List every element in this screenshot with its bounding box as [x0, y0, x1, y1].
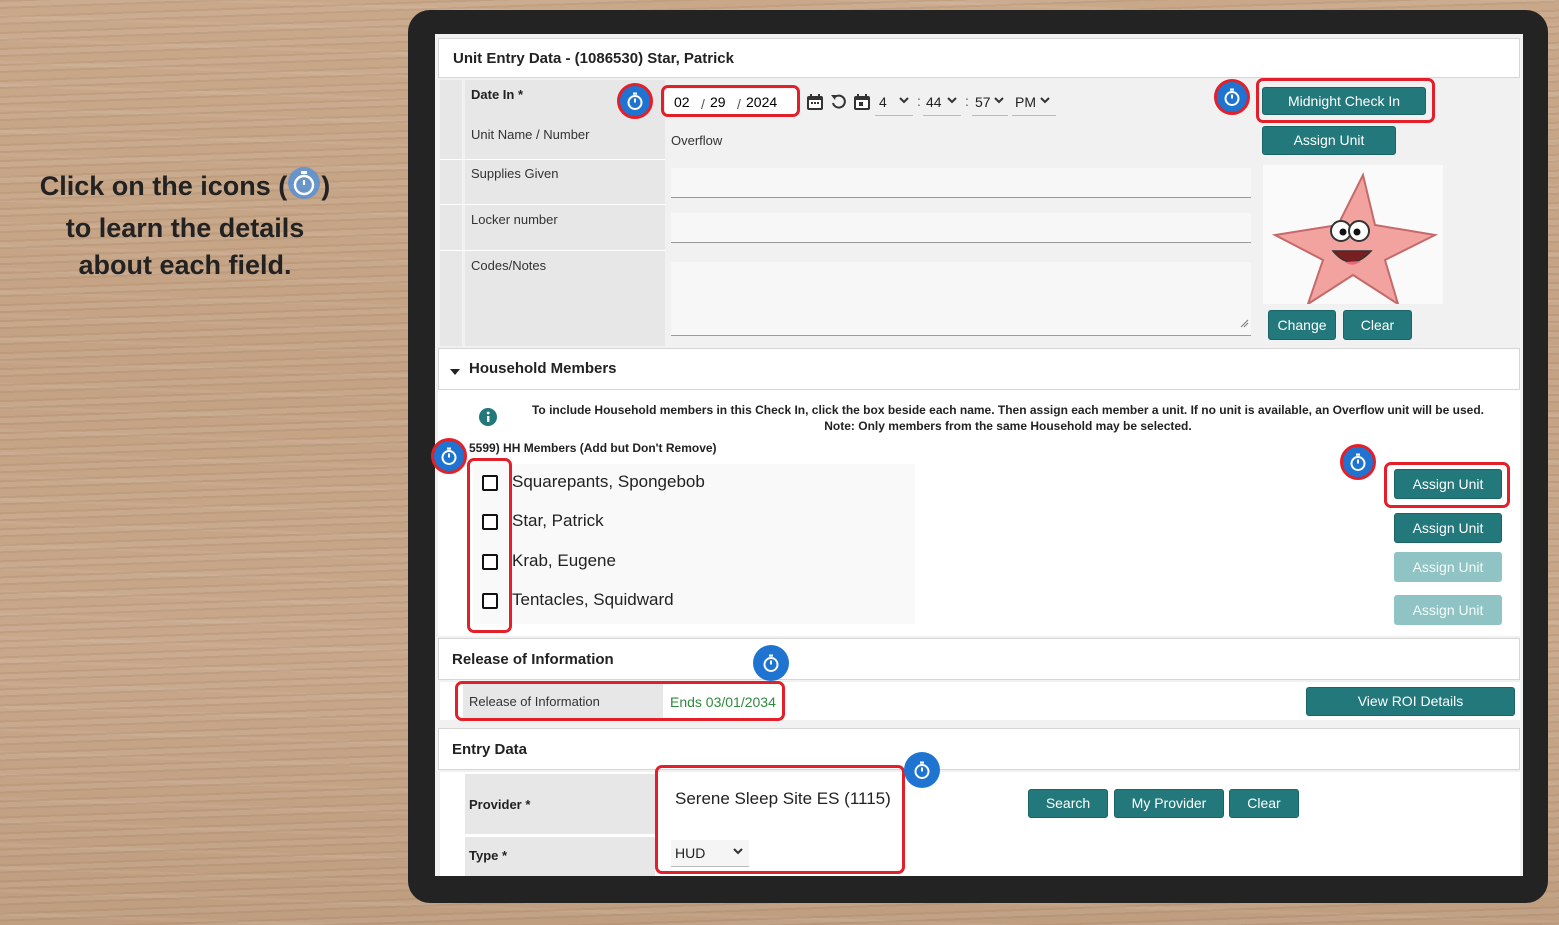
- member-checkbox-highlight: [467, 458, 512, 633]
- member-assign-unit-button-disabled: Assign Unit: [1394, 595, 1502, 625]
- household-group-label: 5599) HH Members (Add but Don't Remove): [469, 441, 717, 455]
- info-icon: [479, 408, 497, 431]
- stopwatch-icon: [287, 166, 321, 210]
- member-assign-unit-button[interactable]: Assign Unit: [1394, 513, 1502, 543]
- member-name: Star, Patrick: [512, 511, 604, 530]
- instruction-line2: to learn the details: [65, 213, 305, 243]
- member-assign-unit-button-disabled: Assign Unit: [1394, 552, 1502, 582]
- household-members-title: Household Members: [469, 360, 617, 377]
- household-members-header[interactable]: Household Members: [438, 348, 1520, 390]
- time-separator: :: [965, 93, 969, 109]
- chevron-down-icon: [947, 93, 957, 110]
- my-provider-button[interactable]: My Provider: [1114, 789, 1224, 818]
- instruction-line3: about each field.: [78, 250, 292, 280]
- row-divider: [440, 204, 665, 205]
- codes-notes-textarea[interactable]: [671, 262, 1251, 336]
- type-label: Type *: [469, 848, 508, 863]
- instruction-text: Click on the icons () to learn the detai…: [20, 166, 350, 284]
- time-minute-value: 44: [926, 94, 942, 110]
- supplies-given-input[interactable]: [671, 168, 1251, 198]
- entry-data-title: Entry Data: [452, 741, 528, 758]
- stopwatch-icon[interactable]: [753, 645, 789, 681]
- locker-number-input[interactable]: [671, 213, 1251, 243]
- unit-entry-gutter: [440, 80, 462, 346]
- member-name: Krab, Eugene: [512, 551, 616, 570]
- chevron-down-icon: [899, 93, 909, 110]
- calendar-icon[interactable]: [853, 93, 871, 116]
- change-photo-button[interactable]: Change: [1268, 310, 1336, 340]
- time-hour-select[interactable]: 4: [875, 91, 913, 116]
- time-ampm-value: PM: [1015, 94, 1036, 110]
- unit-name-label: Unit Name / Number: [471, 127, 590, 142]
- stopwatch-icon[interactable]: [617, 83, 653, 119]
- instruction-line1-before: Click on the icons (: [39, 171, 288, 202]
- stopwatch-icon[interactable]: [431, 438, 467, 474]
- time-ampm-select[interactable]: PM: [1012, 91, 1056, 116]
- view-roi-details-button[interactable]: View ROI Details: [1306, 687, 1515, 716]
- member-name: Squarepants, Spongebob: [512, 472, 705, 491]
- unit-entry-title: Unit Entry Data - (1086530) Star, Patric…: [453, 50, 734, 67]
- time-separator: :: [917, 93, 921, 109]
- midnight-check-in-highlight: [1256, 78, 1435, 123]
- row-divider: [440, 159, 665, 160]
- unit-entry-header: Unit Entry Data - (1086530) Star, Patric…: [438, 38, 1520, 78]
- roi-title: Release of Information: [452, 651, 614, 668]
- codes-notes-label: Codes/Notes: [471, 258, 547, 273]
- caret-down-icon[interactable]: [449, 364, 461, 382]
- instruction-line1-after: ): [321, 171, 331, 202]
- entry-data-header: Entry Data: [438, 728, 1520, 770]
- household-info-text: To include Household members in this Che…: [531, 403, 1484, 433]
- time-second-select[interactable]: 57: [972, 91, 1008, 116]
- unit-name-value: Overflow: [671, 133, 723, 148]
- time-second-value: 57: [975, 94, 991, 110]
- calendar-icon[interactable]: [806, 93, 824, 116]
- time-hour-value: 4: [879, 94, 887, 110]
- clear-photo-button[interactable]: Clear: [1343, 310, 1412, 340]
- chevron-down-icon: [994, 93, 1004, 110]
- time-minute-select[interactable]: 44: [923, 91, 961, 116]
- roi-header: Release of Information: [438, 638, 1520, 680]
- client-photo: [1263, 165, 1443, 307]
- resize-handle-icon[interactable]: [1239, 315, 1249, 333]
- stopwatch-icon[interactable]: [904, 752, 940, 788]
- member-assign-unit-highlight: [1384, 462, 1510, 508]
- chevron-down-icon: [1040, 93, 1050, 110]
- clear-provider-button[interactable]: Clear: [1229, 789, 1299, 818]
- provider-label: Provider *: [469, 797, 531, 812]
- roi-highlight: [455, 681, 785, 721]
- search-provider-button[interactable]: Search: [1028, 789, 1108, 818]
- assign-unit-button[interactable]: Assign Unit: [1262, 126, 1396, 155]
- supplies-given-label: Supplies Given: [471, 166, 559, 181]
- provider-highlight: [655, 765, 905, 874]
- date-in-highlight: [661, 85, 800, 117]
- stopwatch-icon[interactable]: [1214, 79, 1250, 115]
- stopwatch-icon[interactable]: [1340, 444, 1376, 480]
- refresh-icon[interactable]: [830, 93, 848, 116]
- locker-number-label: Locker number: [471, 212, 558, 227]
- date-in-label: Date In *: [471, 87, 524, 102]
- member-name: Tentacles, Squidward: [512, 590, 674, 609]
- row-divider: [440, 250, 665, 251]
